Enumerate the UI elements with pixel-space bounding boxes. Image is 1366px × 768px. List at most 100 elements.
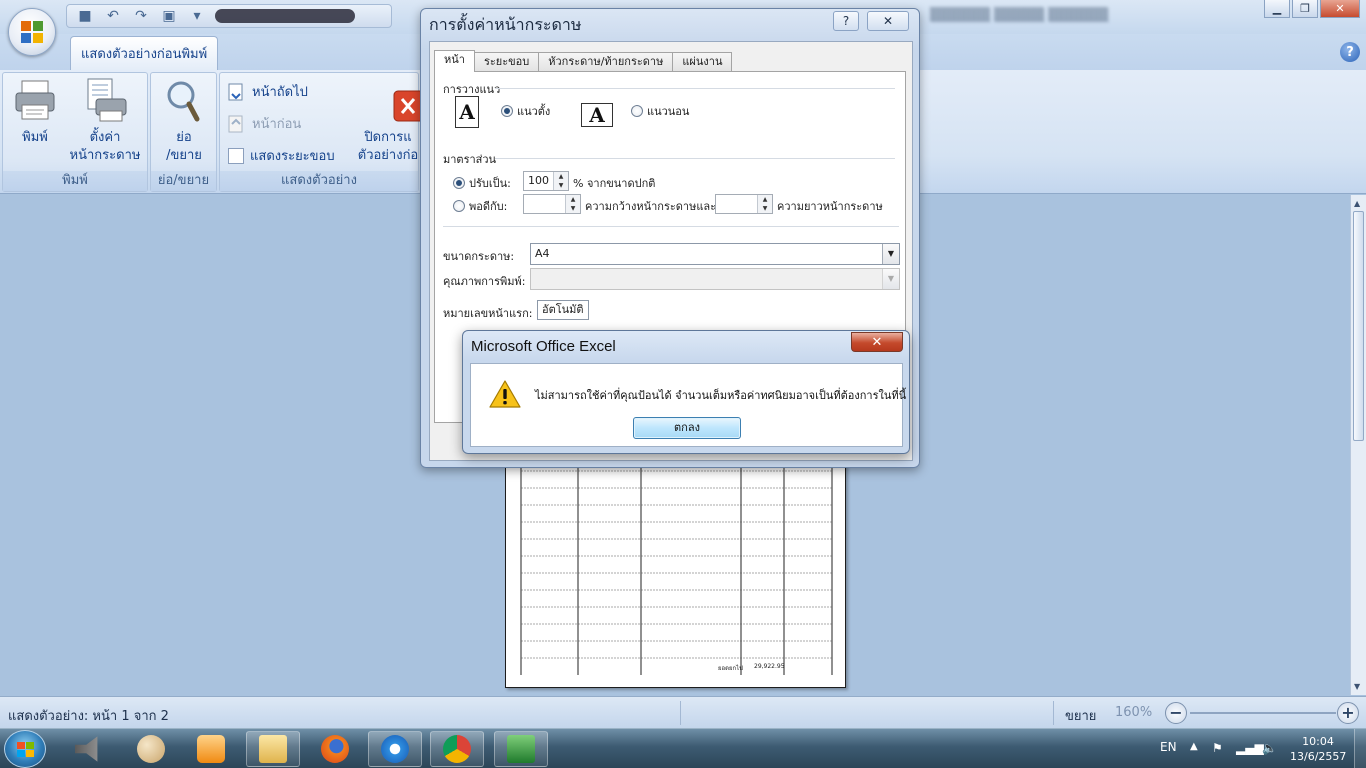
page-setup-tabs: หน้า ระยะขอบ หัวกระดาษ/ท้ายกระดาษ แผ่นงา… xyxy=(434,50,733,72)
show-margins-checkbox[interactable]: แสดงระยะขอบ xyxy=(228,145,335,166)
fit-wide-spinner[interactable]: ▲ ▼ xyxy=(523,194,581,214)
save-icon[interactable]: ■ xyxy=(75,7,95,25)
prev-page-icon xyxy=(226,114,246,134)
scroll-up-icon[interactable]: ▲ xyxy=(1354,199,1360,208)
close-preview-button[interactable]: ปิดการแ ตัวอย่างก่อ xyxy=(356,77,420,165)
page-setup-title: การตั้งค่าหน้ากระดาษ xyxy=(429,15,582,34)
landscape-label: แนวนอน xyxy=(647,105,690,118)
taskbar-chrome[interactable] xyxy=(430,731,484,767)
taskbar-excel[interactable] xyxy=(494,731,548,767)
adjust-to-label: ปรับเป็น: xyxy=(469,177,511,190)
print-preview-icon[interactable]: ▣ xyxy=(159,7,179,25)
portrait-radio[interactable]: แนวตั้ง xyxy=(501,102,550,120)
adjust-to-radio-dot[interactable] xyxy=(453,177,465,189)
page-setup-help-button[interactable]: ? xyxy=(833,11,859,31)
group-label-print: พิมพ์ xyxy=(3,171,147,191)
status-bar: แสดงตัวอย่าง: หน้า 1 จาก 2 ขยาย 160% − + xyxy=(0,696,1366,728)
adjust-to-spinner[interactable]: 100 ▲ ▼ xyxy=(523,171,569,191)
fit-tall-spinner[interactable]: ▲ ▼ xyxy=(715,194,773,214)
blurred-area xyxy=(215,9,355,23)
next-page-button[interactable]: หน้าถัดไป xyxy=(226,81,308,102)
landscape-icon: A xyxy=(581,103,613,127)
show-hidden-icons-icon[interactable]: ▲ xyxy=(1190,741,1198,752)
warning-icon xyxy=(489,380,521,408)
taskbar-paint[interactable] xyxy=(124,731,178,767)
error-message-text: ไม่สามารถใช้ค่าที่คุณป้อนได้ จำนวนเต็มหร… xyxy=(535,389,907,402)
adjust-to-value: 100 xyxy=(528,174,549,187)
redo-icon[interactable]: ↷ xyxy=(131,7,151,25)
fit-to-radio[interactable]: พอดีกับ: xyxy=(453,197,507,215)
paper-size-value: A4 xyxy=(535,247,550,260)
printer-icon xyxy=(12,77,58,123)
sheet-footer-label: ยอดยกไป xyxy=(718,665,743,672)
customize-qat-icon[interactable]: ▾ xyxy=(187,7,207,25)
portrait-radio-dot[interactable] xyxy=(501,105,513,117)
vertical-scrollbar[interactable]: ▲ ▼ xyxy=(1350,195,1366,695)
adjust-to-radio[interactable]: ปรับเป็น: xyxy=(453,174,511,192)
taskbar: EN ▲ ⚑ ▂▄▆ 🔈 10:04 13/6/2557 xyxy=(0,728,1366,768)
zoom-in-button[interactable]: + xyxy=(1337,702,1359,724)
close-window-button[interactable]: ✕ xyxy=(1320,0,1360,18)
message-box-close-button[interactable]: ✕ xyxy=(851,332,903,352)
taskbar-firefox[interactable] xyxy=(308,731,362,767)
portrait-icon: A xyxy=(455,96,479,128)
restore-button[interactable]: ❐ xyxy=(1292,0,1318,18)
spinner-arrows-icon[interactable]: ▲ ▼ xyxy=(565,195,580,213)
message-box-body: ไม่สามารถใช้ค่าที่คุณป้อนได้ จำนวนเต็มหร… xyxy=(470,363,907,447)
taskbar-internet-explorer[interactable] xyxy=(368,731,422,767)
show-margins-check[interactable] xyxy=(228,147,244,164)
office-logo-icon xyxy=(21,21,45,45)
fit-to-radio-dot[interactable] xyxy=(453,200,465,212)
zoom-slider[interactable] xyxy=(1190,712,1336,714)
taskbar-explorer[interactable] xyxy=(246,731,300,767)
scroll-down-icon[interactable]: ▼ xyxy=(1354,682,1360,691)
taskbar-media-player[interactable] xyxy=(184,731,238,767)
show-desktop-button[interactable] xyxy=(1354,729,1366,768)
landscape-radio-dot[interactable] xyxy=(631,105,643,117)
close-preview-label-2: ตัวอย่างก่อ xyxy=(357,148,419,163)
minimize-button[interactable]: ▁ xyxy=(1264,0,1290,18)
action-center-flag-icon[interactable]: ⚑ xyxy=(1212,741,1223,755)
chevron-down-icon[interactable]: ▼ xyxy=(882,269,899,289)
first-page-number-input[interactable]: อัตโนมัติ xyxy=(537,300,589,320)
next-page-icon xyxy=(226,82,246,102)
close-preview-label-1: ปิดการแ xyxy=(364,130,412,145)
ribbon-group-zoom: ย่อ /ขยาย ย่อ/ขยาย xyxy=(150,72,217,192)
office-button[interactable] xyxy=(8,8,56,56)
language-indicator[interactable]: EN xyxy=(1160,740,1177,754)
ok-button[interactable]: ตกลง xyxy=(633,417,741,439)
page-setup-close-button[interactable]: ✕ xyxy=(867,11,909,31)
quick-access-toolbar: ■ ↶ ↷ ▣ ▾ xyxy=(66,4,392,28)
print-quality-select[interactable]: ▼ xyxy=(530,268,900,290)
page-setup-button[interactable]: ตั้งค่า หน้ากระดาษ xyxy=(65,77,145,165)
landscape-radio[interactable]: แนวนอน xyxy=(631,102,689,120)
tab-header-footer[interactable]: หัวกระดาษ/ท้ายกระดาษ xyxy=(538,52,674,72)
print-button[interactable]: พิมพ์ xyxy=(11,77,59,147)
tab-sheet[interactable]: แผ่นงาน xyxy=(672,52,733,72)
chevron-down-icon[interactable]: ▼ xyxy=(882,244,899,264)
prev-page-button[interactable]: หน้าก่อน xyxy=(226,113,301,134)
volume-icon[interactable]: 🔈 xyxy=(1262,741,1277,755)
zoom-label-1: ย่อ xyxy=(176,130,192,145)
divider xyxy=(495,88,895,89)
spinner-arrows-icon[interactable]: ▲ ▼ xyxy=(757,195,772,213)
first-page-number-label: หมายเลขหน้าแรก: xyxy=(443,307,533,320)
internet-explorer-icon xyxy=(381,735,409,763)
scroll-thumb[interactable] xyxy=(1353,211,1364,441)
tab-page[interactable]: หน้า xyxy=(434,50,475,72)
undo-icon[interactable]: ↶ xyxy=(103,7,123,25)
zoom-out-button[interactable]: − xyxy=(1165,702,1187,724)
sheet-grid xyxy=(520,461,833,675)
ribbon-group-print: พิมพ์ ตั้งค่า หน้ากระดาษ พิมพ์ xyxy=(2,72,148,192)
tab-margins[interactable]: ระยะขอบ xyxy=(473,52,540,72)
network-icon[interactable]: ▂▄▆ xyxy=(1236,741,1264,755)
excel-icon xyxy=(507,735,535,763)
help-button[interactable]: ? xyxy=(1340,42,1360,62)
start-button[interactable] xyxy=(4,730,46,768)
system-clock[interactable]: 10:04 13/6/2557 xyxy=(1290,734,1346,764)
tab-print-preview[interactable]: แสดงตัวอย่างก่อนพิมพ์ xyxy=(70,36,219,70)
zoom-button[interactable]: ย่อ /ขยาย xyxy=(157,77,211,165)
spinner-arrows-icon[interactable]: ▲ ▼ xyxy=(553,172,568,190)
taskbar-speaker-app[interactable] xyxy=(62,731,116,767)
paper-size-select[interactable]: A4 ▼ xyxy=(530,243,900,265)
